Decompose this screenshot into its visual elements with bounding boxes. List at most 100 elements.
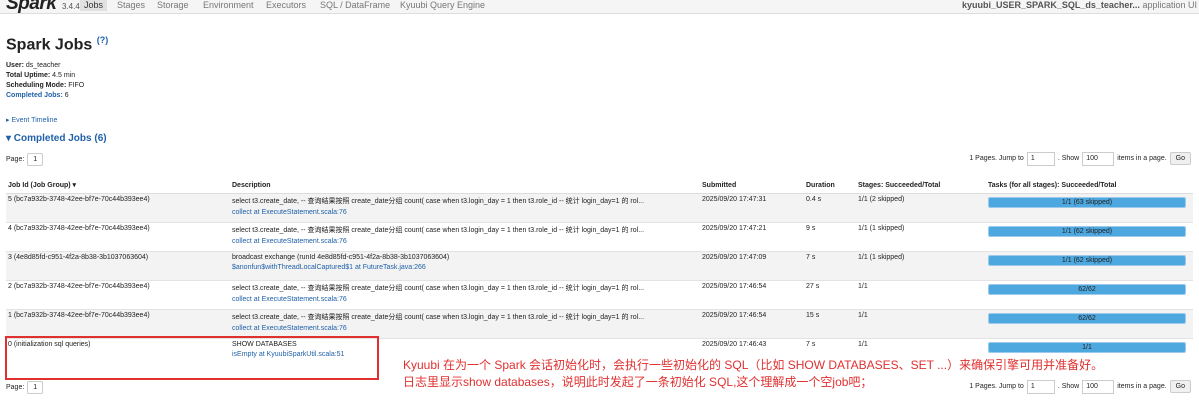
stages-cell: 1/1 (1 skipped) (856, 251, 986, 281)
page-title-text: Spark Jobs (6, 36, 93, 54)
col-tasks[interactable]: Tasks (for all stages): Succeeded/Total (986, 177, 1193, 194)
help-icon[interactable]: (?) (97, 35, 109, 45)
tasks-progress-bar: 1/1 (62 skipped) (988, 226, 1186, 237)
job-id-cell: 2 (bc7a932b-3748-42ee-bf7e-70c44b393ee4) (6, 280, 230, 310)
submitted-cell: 2025/09/20 17:47:21 (700, 222, 804, 252)
col-stages[interactable]: Stages: Succeeded/Total (856, 177, 986, 194)
show-input-top[interactable]: 100 (1082, 152, 1115, 166)
tab-stages[interactable]: Stages (113, 0, 149, 11)
tasks-cell: 62/62 (986, 309, 1193, 339)
app-name: kyuubi_USER_SPARK_SQL_ds_teacher... appl… (962, 0, 1197, 11)
stages-cell: 1/1 (2 skipped) (856, 193, 986, 223)
col-duration[interactable]: Duration (804, 177, 856, 194)
progress-text: 1/1 (62 skipped) (1061, 257, 1113, 264)
table-row: 2 (bc7a932b-3748-42ee-bf7e-70c44b393ee4)… (6, 280, 1193, 310)
tab-executors[interactable]: Executors (262, 0, 310, 11)
duration-cell: 9 s (804, 222, 856, 252)
annotation-line-2: 日志里显示show databases，说明此时发起了一条初始化 SQL,这个理… (403, 375, 873, 389)
go-button-bottom[interactable]: Go (1169, 380, 1191, 393)
tab-environment[interactable]: Environment (199, 0, 258, 11)
progress-text: 62/62 (1078, 315, 1096, 322)
job-id-cell: 4 (bc7a932b-3748-42ee-bf7e-70c44b393ee4) (6, 222, 230, 252)
completed-jobs-link[interactable]: Completed Jobs: (6, 92, 63, 99)
table-row: 5 (bc7a932b-3748-42ee-bf7e-70c44b393ee4)… (6, 193, 1193, 223)
description-cell: select t3.create_date, -- 查询结果按照 create_… (230, 193, 700, 223)
duration-cell: 15 s (804, 309, 856, 339)
page-title: Spark Jobs (?) (6, 35, 108, 54)
description-text: select t3.create_date, -- 查询结果按照 create_… (232, 198, 645, 205)
description-text: broadcast exchange (runId 4e8d85fd-c951-… (232, 254, 450, 261)
description-cell: select t3.create_date, -- 查询结果按照 create_… (230, 222, 700, 252)
duration-cell: 27 s (804, 280, 856, 310)
description-text: select t3.create_date, -- 查询结果按照 create_… (232, 227, 645, 234)
navbar: Spark 3.4.4 Jobs Stages Storage Environm… (0, 0, 1199, 14)
page-number-top[interactable]: 1 (27, 153, 44, 166)
spark-logo[interactable]: Spark (6, 0, 57, 13)
progress-text: 1/1 (62 skipped) (1061, 228, 1113, 235)
highlight-box (5, 336, 379, 380)
tasks-progress-bar: 1/1 (62 skipped) (988, 255, 1186, 266)
job-id-cell: 5 (bc7a932b-3748-42ee-bf7e-70c44b393ee4) (6, 193, 230, 223)
table-row: 4 (bc7a932b-3748-42ee-bf7e-70c44b393ee4)… (6, 222, 1193, 252)
annotation-text: Kyuubi 在为一个 Spark 会话初始化时，会执行一些初始化的 SQL（比… (403, 357, 1103, 391)
stages-cell: 1/1 (856, 280, 986, 310)
job-detail-link[interactable]: collect at ExecuteStatement.scala:76 (232, 209, 698, 216)
tasks-cell: 1/1 (62 skipped) (986, 222, 1193, 252)
spark-version: 3.4.4 (62, 2, 80, 11)
annotation-line-1: Kyuubi 在为一个 Spark 会话初始化时，会执行一些初始化的 SQL（比… (403, 358, 1104, 372)
table-row: 1 (bc7a932b-3748-42ee-bf7e-70c44b393ee4)… (6, 309, 1193, 339)
show-label: . Show (1057, 155, 1080, 162)
duration-cell: 7 s (804, 251, 856, 281)
app-name-text: kyuubi_USER_SPARK_SQL_ds_teacher... (962, 0, 1140, 10)
description-text: select t3.create_date, -- 查询结果按照 create_… (232, 285, 645, 292)
stages-cell: 1/1 (856, 309, 986, 339)
summary-user: User: ds_teacher (6, 62, 61, 69)
pager-top-left: Page: 1 (6, 153, 44, 166)
submitted-cell: 2025/09/20 17:47:09 (700, 251, 804, 281)
tasks-cell: 1/1 (62 skipped) (986, 251, 1193, 281)
tasks-cell: 1/1 (63 skipped) (986, 193, 1193, 223)
job-detail-link[interactable]: collect at ExecuteStatement.scala:76 (232, 325, 698, 332)
tasks-progress-bar: 1/1 (988, 342, 1186, 353)
job-detail-link[interactable]: $anonfun$withThreadLocalCaptured$1 at Fu… (232, 264, 698, 271)
tasks-cell: 62/62 (986, 280, 1193, 310)
go-button-top[interactable]: Go (1169, 152, 1191, 165)
page-number-bottom[interactable]: 1 (27, 381, 44, 394)
tasks-progress-bar: 1/1 (63 skipped) (988, 197, 1186, 208)
tasks-progress-bar: 62/62 (988, 284, 1186, 295)
description-cell: broadcast exchange (runId 4e8d85fd-c951-… (230, 251, 700, 281)
table-row: 3 (4e8d85fd-c951-4f2a-8b38-3b1037063604)… (6, 251, 1193, 281)
col-submitted[interactable]: Submitted (700, 177, 804, 194)
col-description[interactable]: Description (230, 177, 700, 194)
progress-text: 1/1 (1082, 344, 1092, 351)
jump-input-top[interactable]: 1 (1026, 152, 1055, 166)
tab-sql-dataframe[interactable]: SQL / DataFrame (316, 0, 394, 11)
duration-cell: 0.4 s (804, 193, 856, 223)
page-label: Page: (6, 156, 25, 163)
job-detail-link[interactable]: collect at ExecuteStatement.scala:76 (232, 238, 698, 245)
completed-jobs-header[interactable]: ▾ Completed Jobs (6) (6, 133, 107, 144)
submitted-cell: 2025/09/20 17:46:54 (700, 309, 804, 339)
tab-kyuubi-query-engine[interactable]: Kyuubi Query Engine (396, 0, 489, 11)
tab-jobs[interactable]: Jobs (80, 0, 108, 11)
submitted-cell: 2025/09/20 17:46:54 (700, 280, 804, 310)
event-timeline-toggle[interactable]: ▸ Event Timeline (6, 116, 57, 124)
tab-storage[interactable]: Storage (153, 0, 193, 11)
items-text: items in a page. (1117, 155, 1167, 162)
description-cell: select t3.create_date, -- 查询结果按照 create_… (230, 280, 700, 310)
summary-uptime: Total Uptime: 4.5 min (6, 72, 76, 79)
job-detail-link[interactable]: collect at ExecuteStatement.scala:76 (232, 296, 698, 303)
tasks-progress-bar: 62/62 (988, 313, 1186, 324)
summary-mode: Scheduling Mode: FIFO (6, 82, 85, 89)
col-job-id[interactable]: Job Id (Job Group) ▾ (6, 177, 230, 194)
summary-list: User: ds_teacher Total Uptime: 4.5 min S… (6, 61, 84, 101)
progress-text: 62/62 (1078, 286, 1096, 293)
job-id-cell: 3 (4e8d85fd-c951-4f2a-8b38-3b1037063604) (6, 251, 230, 281)
app-suffix: application UI (1142, 0, 1197, 10)
submitted-cell: 2025/09/20 17:47:31 (700, 193, 804, 223)
description-text: select t3.create_date, -- 查询结果按照 create_… (232, 314, 645, 321)
pager-bottom-left: Page: 1 (6, 381, 44, 394)
stages-cell: 1/1 (1 skipped) (856, 222, 986, 252)
summary-completed[interactable]: Completed Jobs: 6 (6, 91, 84, 101)
pages-text: 1 Pages. Jump to (969, 155, 1024, 162)
